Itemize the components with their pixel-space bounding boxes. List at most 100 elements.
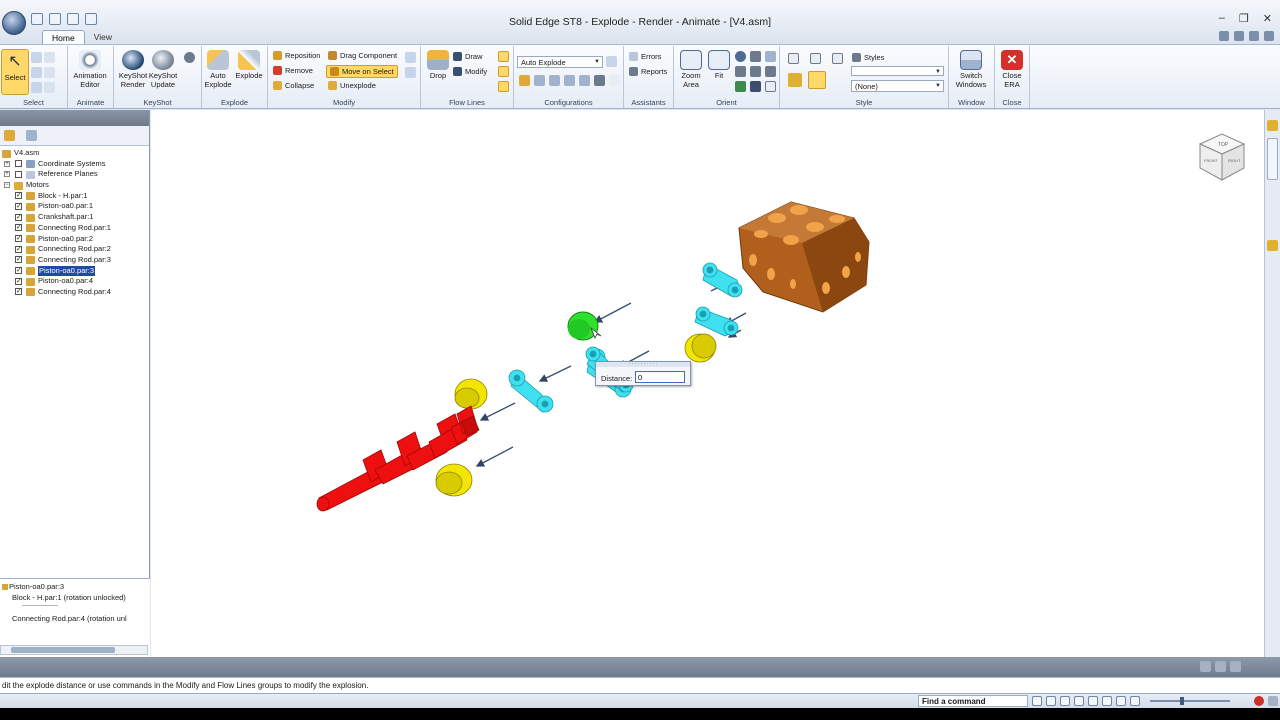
view-icon-1[interactable]: [735, 66, 746, 77]
switch-windows-button[interactable]: Switch Windows: [954, 50, 988, 89]
config-save-icon[interactable]: [606, 56, 617, 67]
checkbox[interactable]: ✓: [15, 256, 22, 264]
tab-home[interactable]: Home: [42, 30, 85, 45]
style-status-icon[interactable]: [1116, 696, 1126, 706]
zoom-slider[interactable]: [1150, 697, 1230, 705]
fit-status-icon[interactable]: [1060, 696, 1070, 706]
zoom-status-icon[interactable]: [1046, 696, 1056, 706]
record-icon[interactable]: [1254, 696, 1264, 706]
drop-button[interactable]: Drop: [421, 50, 455, 81]
graphics-window[interactable]: TOP FRONT RIGHT · · · · · · · · · · Dist…: [151, 110, 1264, 657]
minimize-icon[interactable]: –: [1219, 12, 1225, 25]
drag-component-button[interactable]: Drag Component: [328, 51, 397, 60]
select-mode-icon[interactable]: [31, 67, 42, 78]
close-icon[interactable]: ✕: [1263, 12, 1272, 25]
modify-option-icon-1[interactable]: [405, 52, 416, 63]
move-on-select-toggle[interactable]: Move on Select: [326, 65, 398, 78]
tree-item[interactable]: ✓ Piston-oa0.par:2: [0, 234, 149, 245]
tab-view[interactable]: View: [85, 30, 121, 45]
shaded-style-icon[interactable]: [788, 73, 802, 87]
checkbox[interactable]: ✓: [15, 224, 22, 232]
flow-line[interactable]: [475, 446, 514, 467]
visible-style-icon[interactable]: [832, 53, 843, 64]
zoom-icon[interactable]: [735, 51, 746, 62]
select-query-icon[interactable]: [44, 82, 55, 93]
selected-piston[interactable]: [567, 311, 602, 341]
panel-option-icon[interactable]: [1215, 661, 1226, 672]
tree-item[interactable]: + Coordinate Systems: [0, 159, 149, 170]
config-icon-4[interactable]: [564, 75, 575, 86]
view-icon-3[interactable]: [765, 66, 776, 77]
dialog-grip[interactable]: · · · · · · · · · ·: [596, 362, 690, 367]
configuration-select[interactable]: Auto Explode ▼: [517, 56, 603, 68]
tree-item[interactable]: + Reference Planes: [0, 169, 149, 180]
checkbox[interactable]: ✓: [15, 202, 22, 210]
config-icon-5[interactable]: [579, 75, 590, 86]
draw-flowline-button[interactable]: Draw: [453, 52, 483, 61]
flow-line[interactable]: [593, 302, 632, 323]
pan-status-icon[interactable]: [1074, 696, 1084, 706]
docked-pane-tab[interactable]: [1267, 138, 1278, 180]
tree-item[interactable]: ✓ Block - H.par:1: [0, 191, 149, 202]
flow-line[interactable]: [538, 365, 572, 382]
explode-button[interactable]: Explode: [232, 50, 266, 81]
tree-item[interactable]: ✓ Connecting Rod.par:2: [0, 244, 149, 255]
checkbox[interactable]: ✓: [15, 235, 22, 242]
piston-2[interactable]: [454, 378, 488, 410]
tree-item[interactable]: ✓ Piston-oa0.par:4: [0, 276, 149, 287]
relation-item[interactable]: Block - H.par:1 (rotation unlocked): [12, 593, 126, 602]
view-icon-5[interactable]: [750, 81, 761, 92]
relation-item[interactable]: Connecting Rod.par:4 (rotation unl: [12, 614, 127, 623]
select-button[interactable]: ↖ Select: [1, 49, 29, 95]
view-icon-4[interactable]: [735, 81, 746, 92]
remove-button[interactable]: Remove: [273, 66, 313, 75]
distance-input[interactable]: [635, 371, 685, 383]
piston-3[interactable]: [435, 463, 473, 497]
flow-line[interactable]: [479, 402, 516, 421]
status-option-icon[interactable]: [1268, 696, 1278, 706]
config-icon-2[interactable]: [534, 75, 545, 86]
tree-item[interactable]: ✓ Connecting Rod.par:1: [0, 223, 149, 234]
cube-status-icon[interactable]: [1130, 696, 1140, 706]
hidden-style-icon[interactable]: [810, 53, 821, 64]
options-icon[interactable]: [1234, 31, 1244, 41]
expand-icon[interactable]: +: [4, 171, 10, 178]
shaded-edges-style-icon[interactable]: [808, 71, 826, 89]
style-filter[interactable]: ▼: [851, 66, 944, 76]
reposition-button[interactable]: Reposition: [273, 51, 320, 60]
close-era-button[interactable]: ✕ Close ERA: [995, 50, 1029, 89]
tree-item[interactable]: ✓ Piston-oa0.par:1: [0, 201, 149, 212]
expand-icon[interactable]: −: [4, 182, 10, 189]
select-option-icon[interactable]: [44, 52, 55, 63]
view-icon-2[interactable]: [750, 66, 761, 77]
checkbox[interactable]: ✓: [15, 192, 22, 200]
select-filter-icon[interactable]: [31, 52, 42, 63]
zoom-area-status-icon[interactable]: [1032, 696, 1042, 706]
flowline-terminators-icon[interactable]: [498, 66, 509, 77]
assembly-icon[interactable]: [4, 130, 15, 141]
keyshot-settings-icon[interactable]: [184, 52, 195, 63]
auto-explode-button[interactable]: Auto Explode: [201, 50, 235, 89]
connecting-rod-2[interactable]: [694, 306, 739, 337]
flowline-color-icon[interactable]: [498, 81, 509, 92]
select-top-icon[interactable]: [31, 82, 42, 93]
filter-icon[interactable]: [26, 130, 37, 141]
help-icon[interactable]: [1219, 31, 1229, 41]
fit-button[interactable]: Fit: [702, 50, 736, 81]
zoom-slider-thumb[interactable]: [1180, 697, 1184, 705]
view-cube[interactable]: TOP FRONT RIGHT: [1196, 130, 1248, 182]
pan-icon[interactable]: [750, 51, 761, 62]
engine-block[interactable]: [738, 201, 870, 313]
select-tools-icon[interactable]: [44, 67, 55, 78]
checkbox[interactable]: [15, 170, 22, 178]
checkbox[interactable]: ✓: [15, 245, 22, 253]
checkbox[interactable]: ✓: [15, 277, 22, 285]
horizontal-scrollbar[interactable]: [0, 645, 148, 655]
animation-editor-button[interactable]: Animation Editor: [73, 50, 107, 89]
tree-item-selected[interactable]: ✓ Piston-oa0.par:3: [0, 265, 149, 277]
piston-1[interactable]: [684, 333, 717, 363]
config-icon-1[interactable]: [519, 75, 530, 86]
config-icon-3[interactable]: [549, 75, 560, 86]
tree-item[interactable]: ✓ Connecting Rod.par:3: [0, 255, 149, 266]
expand-icon[interactable]: +: [4, 160, 10, 167]
